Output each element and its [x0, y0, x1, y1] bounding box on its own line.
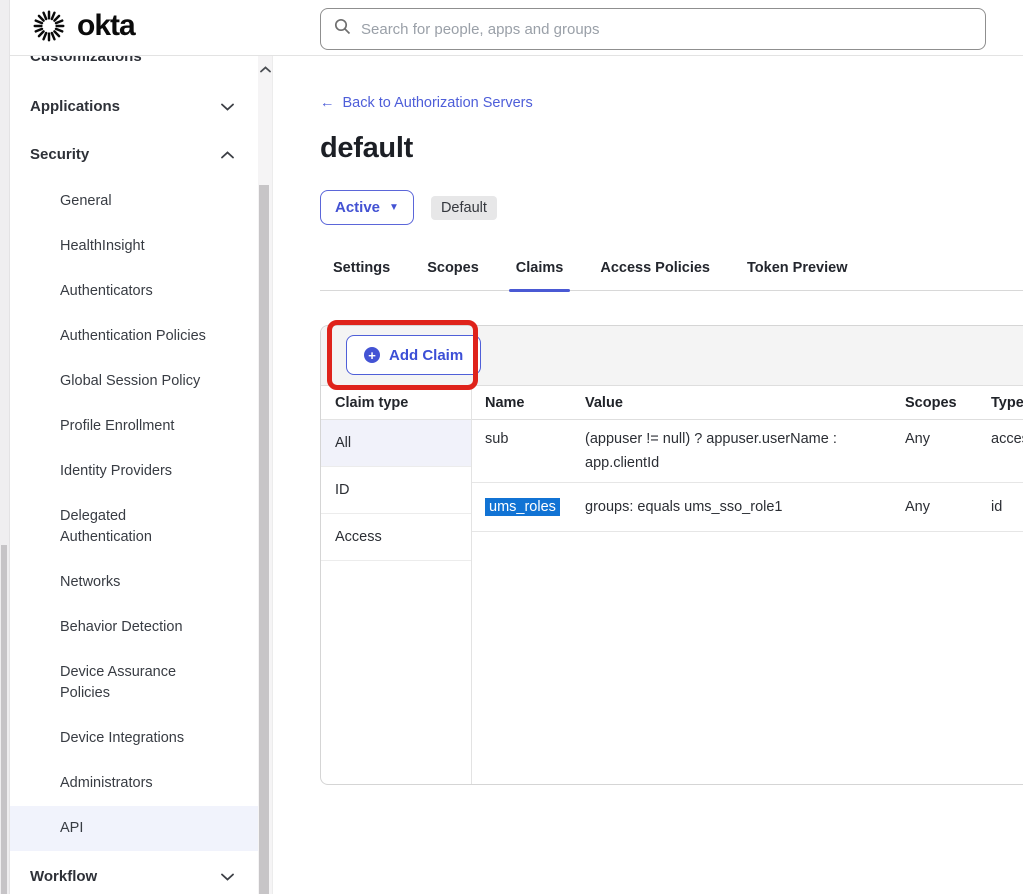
plus-icon: + — [364, 347, 380, 363]
global-search[interactable] — [320, 8, 986, 50]
sidebar-item-authenticators[interactable]: Authenticators — [10, 269, 258, 314]
sidebar-item-profile-enrollment[interactable]: Profile Enrollment — [10, 404, 258, 449]
column-header-scopes: Scopes — [905, 395, 991, 411]
status-dropdown-button[interactable]: Active ▼ — [320, 190, 414, 225]
chevron-up-icon — [221, 151, 234, 159]
sidebar-item-device-assurance-policies[interactable]: Device Assurance Policies — [10, 650, 258, 716]
claims-table-header: Name Value Scopes Type — [472, 386, 1023, 420]
sidebar-item-global-session-policy[interactable]: Global Session Policy — [10, 359, 258, 404]
claims-toolbar: + Add Claim — [321, 326, 1023, 386]
table-row[interactable]: sub (appuser != null) ? appuser.userName… — [472, 420, 1023, 483]
selected-text-highlight: ums_roles — [485, 498, 560, 516]
okta-wordmark: okta — [77, 11, 135, 45]
tab-token-preview[interactable]: Token Preview — [740, 260, 854, 290]
sidebar-section-label: Workflow — [30, 867, 97, 887]
sidebar-section-applications[interactable]: Applications — [10, 83, 258, 131]
filter-item-id[interactable]: ID — [321, 467, 471, 514]
tab-scopes[interactable]: Scopes — [420, 260, 486, 290]
okta-aura-icon — [30, 7, 68, 50]
sidebar-item-authentication-policies[interactable]: Authentication Policies — [10, 314, 258, 359]
claim-scopes-cell: Any — [905, 427, 991, 451]
chevron-down-icon — [221, 873, 234, 881]
claims-panel: + Add Claim Claim type All ID Access Nam… — [320, 325, 1023, 785]
claims-body: Claim type All ID Access Name Value Scop… — [321, 386, 1023, 784]
sidebar-scrollbar-thumb[interactable] — [259, 185, 269, 894]
top-bar: okta — [10, 0, 1023, 56]
claim-name-cell[interactable]: sub — [472, 427, 585, 451]
claim-value-cell: (appuser != null) ? appuser.userName : a… — [585, 427, 905, 475]
sidebar-section-workflow[interactable]: Workflow — [10, 853, 258, 894]
claim-type-cell: access — [991, 427, 1023, 451]
scroll-up-icon[interactable] — [258, 56, 272, 82]
sidebar-item-device-integrations[interactable]: Device Integrations — [10, 716, 258, 761]
sidebar-item-general[interactable]: General — [10, 179, 258, 224]
table-row[interactable]: ums_roles groups: equals ums_sso_role1 A… — [472, 483, 1023, 532]
column-header-type: Type — [991, 395, 1023, 411]
column-header-name: Name — [472, 395, 585, 411]
main-content: ← Back to Authorization Servers default … — [273, 56, 1023, 894]
chevron-down-icon — [221, 103, 234, 111]
window-scrollbar-thumb[interactable] — [1, 545, 7, 894]
back-to-authorization-servers-link[interactable]: ← Back to Authorization Servers — [320, 95, 533, 111]
claim-value-cell: groups: equals ums_sso_role1 — [585, 495, 905, 519]
sidebar-item-identity-providers[interactable]: Identity Providers — [10, 449, 258, 494]
sidebar-section-security[interactable]: Security — [10, 131, 258, 179]
add-claim-label: Add Claim — [389, 347, 463, 364]
okta-logo: okta — [30, 8, 135, 48]
search-icon — [334, 18, 351, 40]
window-scrollbar[interactable] — [0, 0, 10, 894]
status-row: Active ▼ Default — [320, 190, 1023, 225]
claims-table: Name Value Scopes Type sub (appuser != n… — [472, 386, 1023, 784]
sidebar-scrollbar[interactable] — [258, 56, 273, 894]
status-label: Active — [335, 199, 380, 216]
back-link-label: Back to Authorization Servers — [343, 95, 533, 111]
default-badge: Default — [431, 196, 497, 220]
search-input[interactable] — [361, 21, 972, 38]
filter-item-access[interactable]: Access — [321, 514, 471, 561]
claim-type-cell: id — [991, 495, 1023, 519]
page-title: default — [320, 132, 1023, 165]
claim-type-filter-panel: Claim type All ID Access — [321, 386, 472, 784]
tab-claims[interactable]: Claims — [509, 260, 571, 290]
sidebar-item-customizations[interactable]: Customizations — [10, 56, 258, 67]
sidebar-nav: Customizations Applications Security Gen… — [10, 56, 258, 894]
caret-down-icon: ▼ — [389, 202, 399, 213]
sidebar-item-networks[interactable]: Networks — [10, 560, 258, 605]
filter-item-all[interactable]: All — [321, 420, 471, 467]
claim-scopes-cell: Any — [905, 495, 991, 519]
back-arrow-icon: ← — [320, 95, 335, 111]
tab-access-policies[interactable]: Access Policies — [593, 260, 717, 290]
column-header-value: Value — [585, 395, 905, 411]
sidebar-section-label: Security — [30, 145, 89, 165]
sidebar-item-api[interactable]: API — [10, 806, 258, 851]
sidebar-section-label: Applications — [30, 97, 120, 117]
claim-name-cell[interactable]: ums_roles — [472, 495, 585, 519]
sidebar-item-healthinsight[interactable]: HealthInsight — [10, 224, 258, 269]
tab-bar: Settings Scopes Claims Access Policies T… — [320, 260, 1023, 291]
sidebar-item-administrators[interactable]: Administrators — [10, 761, 258, 806]
tab-settings[interactable]: Settings — [326, 260, 397, 290]
add-claim-button[interactable]: + Add Claim — [346, 335, 481, 375]
claim-type-header: Claim type — [321, 386, 471, 420]
sidebar-item-delegated-authentication[interactable]: Delegated Authentication — [10, 494, 258, 560]
sidebar-item-behavior-detection[interactable]: Behavior Detection — [10, 605, 258, 650]
